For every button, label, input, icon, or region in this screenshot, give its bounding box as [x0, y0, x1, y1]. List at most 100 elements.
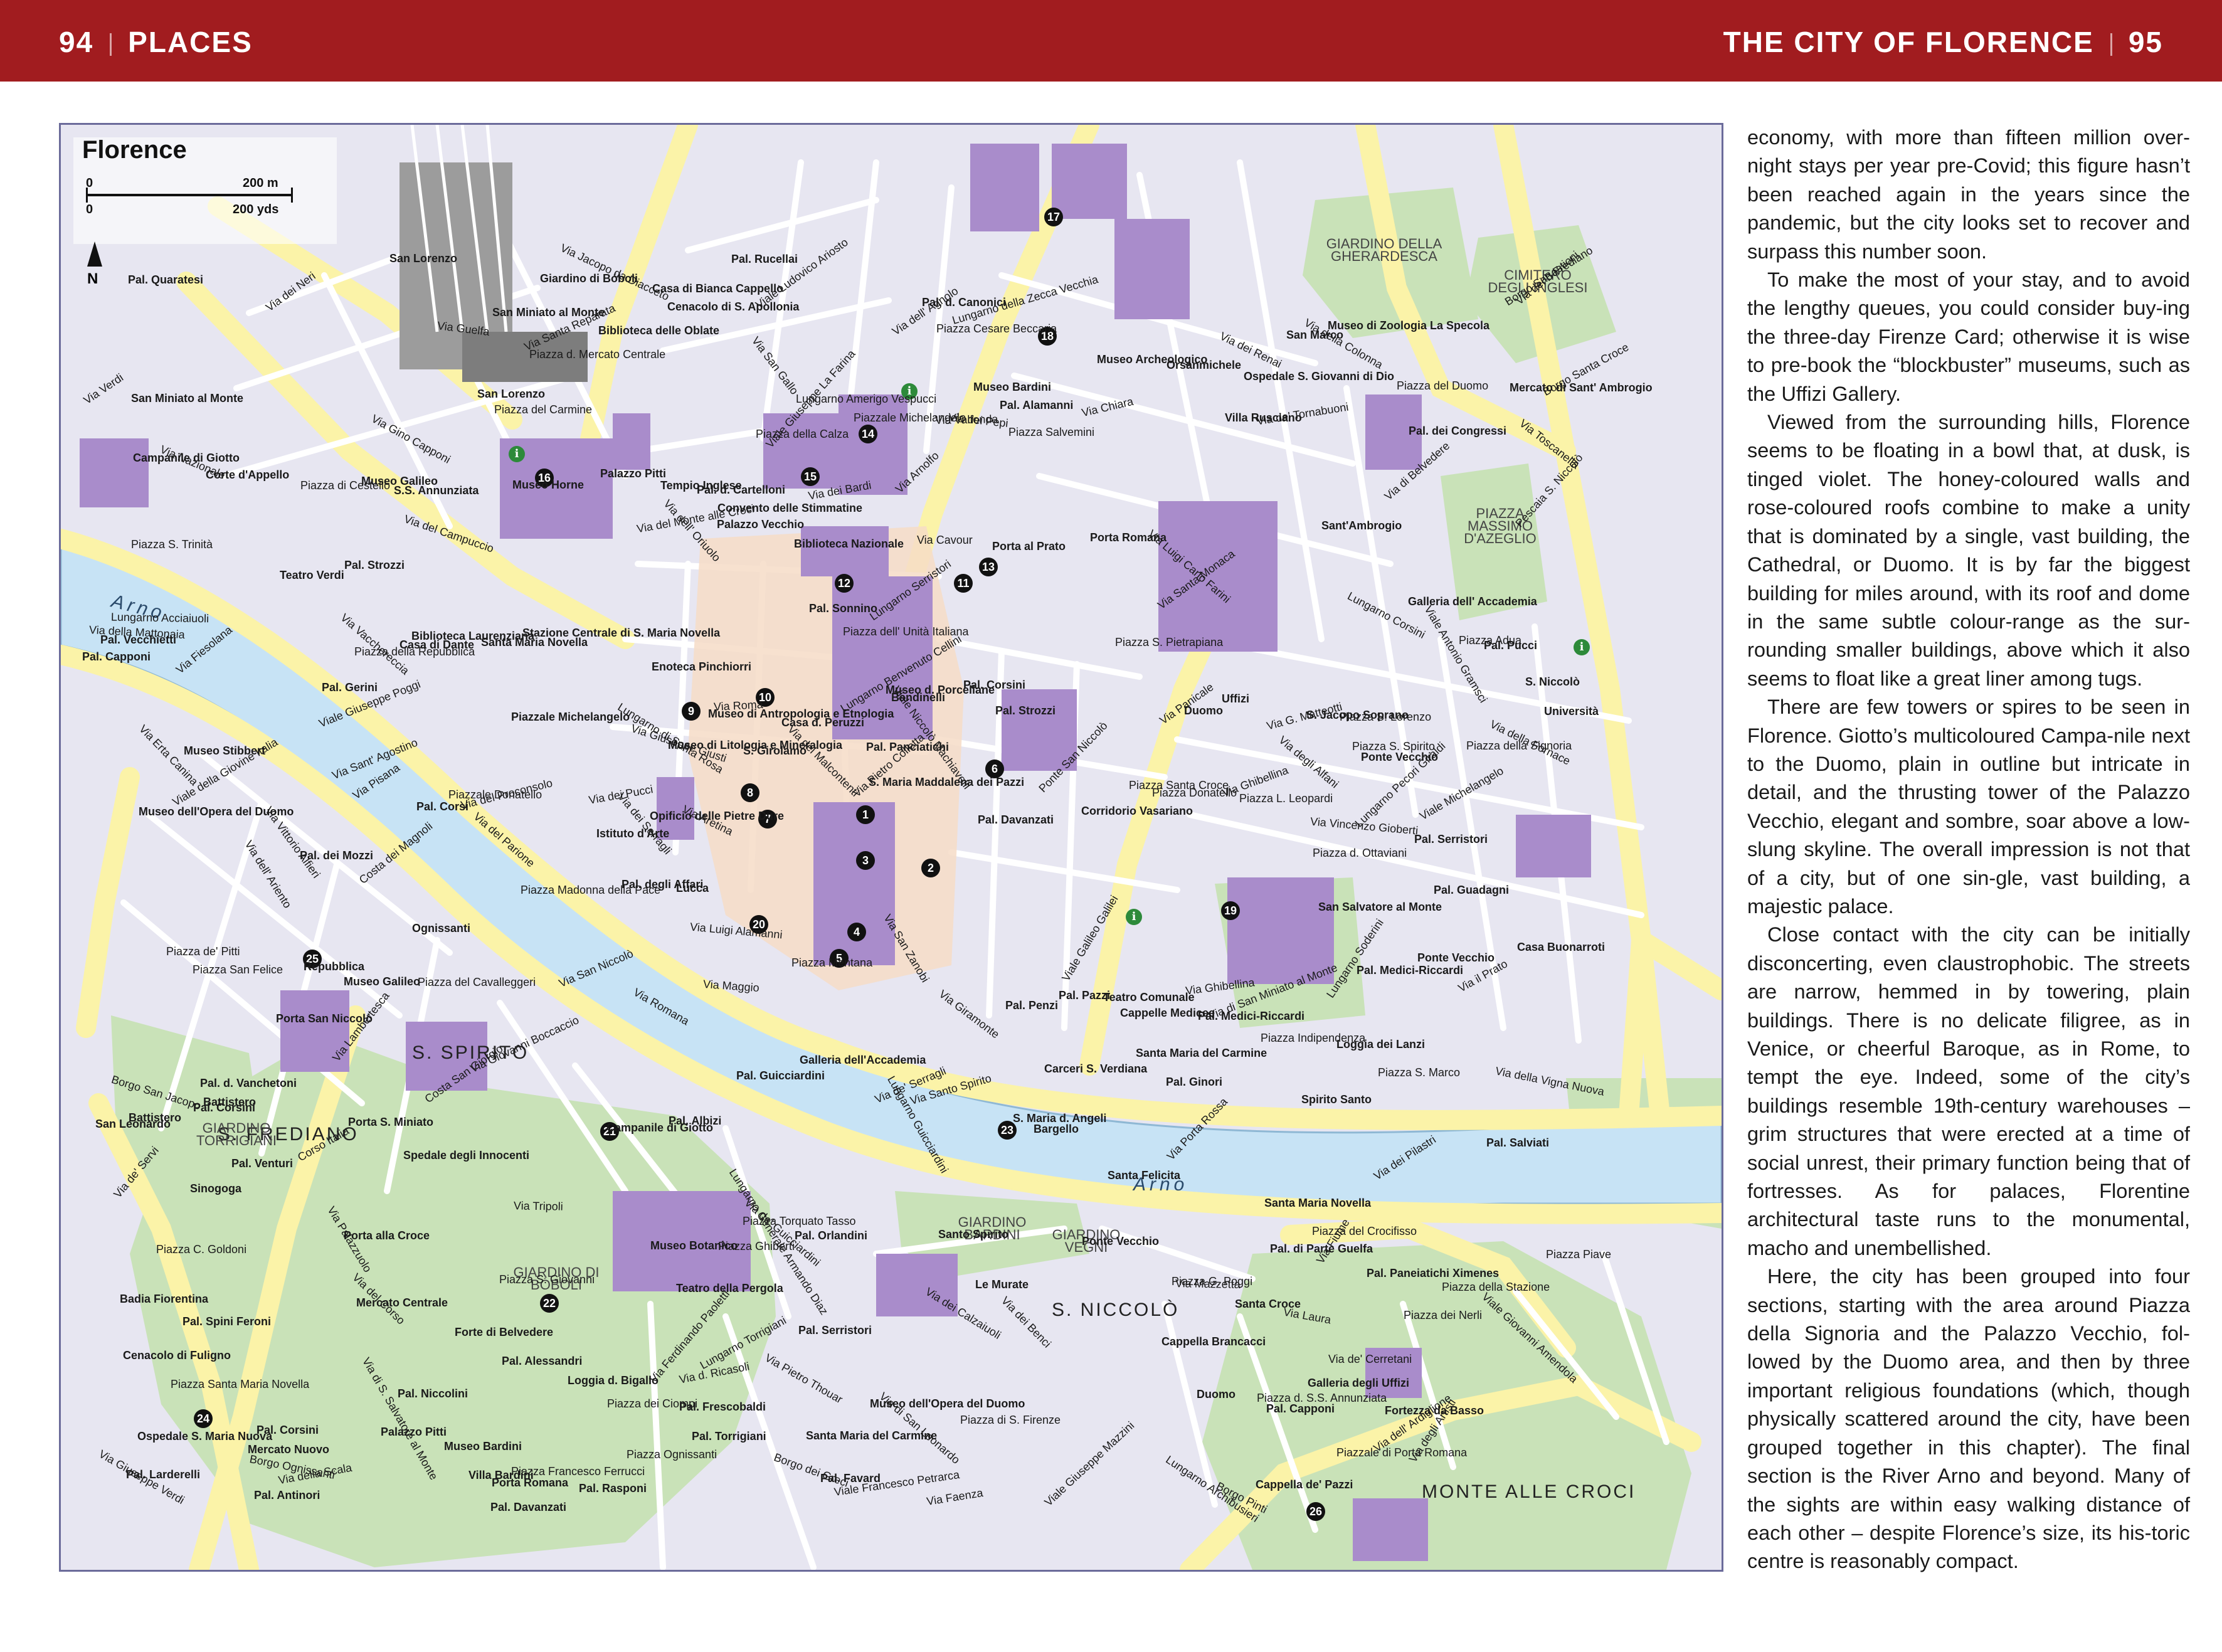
tourist-info-icon: i — [1574, 639, 1590, 655]
article-text: economy, with more than fifteen million … — [1747, 123, 2190, 1575]
square-label: Piazza d. S.S. Annunziata — [1257, 1392, 1387, 1404]
landmark-label: Biblioteca Nazionale — [794, 537, 904, 550]
street-label: Lungarno Amerigo Vespucci — [796, 393, 937, 405]
landmark-label: Spirito Santo — [1301, 1093, 1372, 1106]
square-label: Piazzale Michelangelo — [854, 411, 966, 424]
landmark-label: Le Murate — [975, 1278, 1029, 1291]
landmark-label: Forte di Belvedere — [455, 1326, 554, 1338]
landmark-label: Pal. Quaratesi — [128, 273, 204, 286]
landmark-label: Corridorio Vasariano — [1081, 805, 1193, 817]
article-paragraph: To make the most of your stay, and to av… — [1747, 268, 2190, 405]
landmark-label: Cappella Brancacci — [1161, 1335, 1266, 1348]
sight-name-label: San Lorenzo — [389, 252, 458, 265]
street-label: Via de' Cerretani — [1328, 1353, 1412, 1365]
landmark-label: Ospedale S. Giovanni di Dio — [1244, 370, 1395, 383]
landmark-label: Università — [1544, 705, 1599, 717]
sight-marker: 13 — [979, 558, 998, 576]
square-label: Piazza Indipendenza — [1261, 1032, 1366, 1044]
sight-name-label: Uffizi — [1222, 692, 1249, 705]
square-label: Piazza della Stazione — [1442, 1281, 1550, 1293]
square-label: Piazza Santa Maria Novella — [171, 1378, 310, 1390]
sight-name-label: Galleria dell'Accademia — [800, 1054, 926, 1066]
street-label: Via Cavour — [917, 534, 973, 546]
square-label: Piazzale Donatello — [448, 788, 542, 801]
landmark-label: Porta al Prato — [992, 540, 1066, 553]
landmark-label: Pal. Alamanni — [1000, 399, 1074, 411]
right-page-number: 95 — [2128, 26, 2163, 58]
sight-name-label: Campanile di Giotto — [606, 1121, 714, 1134]
landmark-label: Pal. Rasponi — [579, 1482, 647, 1495]
right-folio: THE CITY OF FLORENCE 95 — [1723, 25, 2163, 59]
landmark-label: Pal. Davanzati — [978, 813, 1054, 826]
sight-name-label: Museo Bardini — [444, 1440, 522, 1453]
area-label: S. NICCOLÒ — [1052, 1300, 1180, 1320]
landmark-label: Pal. Capponi — [1266, 1402, 1335, 1415]
right-section-title: THE CITY OF FLORENCE — [1723, 26, 2094, 58]
landmark-label: Spedale degli Innocenti — [403, 1149, 530, 1162]
square-label: Piazza Piave — [1546, 1248, 1612, 1261]
street-label: Lungarno Acciaiuoli — [110, 610, 209, 625]
landmark-label: Pal. Rucellai — [731, 253, 798, 265]
square-label: Piazza della Calza — [756, 428, 849, 440]
sight-marker: 26 — [1306, 1502, 1325, 1521]
tourist-info-icon: i — [509, 446, 525, 462]
landmark-label: Santa Felicita — [1108, 1169, 1181, 1182]
sight-name-label: Pal. di Parte Guelfa — [1270, 1242, 1373, 1255]
sight-marker: 9 — [682, 702, 701, 721]
landmark-label: Pal. Salviati — [1486, 1136, 1550, 1149]
square-label: Piazza Donatello — [1152, 786, 1237, 799]
landmark-label: Museo Bardini — [973, 381, 1052, 393]
landmark-label: Pal. Guicciardini — [736, 1069, 825, 1082]
sight-marker: 1 — [856, 805, 875, 824]
landmark-label: Museo Horne — [512, 479, 585, 491]
square-label: Piazza del Duomo — [1397, 379, 1489, 392]
square-label: Piazza del Carmine — [494, 403, 593, 416]
article-paragraph: Close contact with the city can be initi… — [1747, 923, 2190, 1259]
square-label: Piazza Madonna della Pace — [521, 884, 661, 896]
tourist-info-icon: i — [1126, 909, 1142, 925]
square-label: Piazza G. Poggi — [1172, 1275, 1253, 1288]
square-label: Piazza C. Goldoni — [156, 1243, 247, 1256]
landmark-label: Pal. Venturi — [231, 1157, 294, 1170]
landmark-label: Pal. Torrigiani — [692, 1430, 766, 1443]
page-header-bar: 94 PLACES THE CITY OF FLORENCE 95 — [0, 0, 2222, 82]
sight-name-label: Ponte Vecchio — [1361, 751, 1439, 763]
square-label: Piazza S. Lorenzo — [1340, 711, 1432, 723]
square-label: Piazza del Cavalleggeri — [418, 976, 536, 988]
square-label: Piazza S. Pietrapiana — [1115, 636, 1224, 649]
folio-divider — [2110, 33, 2112, 56]
square-label: Piazza San Felice — [193, 963, 283, 976]
sight-name-label: Palazzo Pitti — [381, 1426, 447, 1438]
area-label: MONTE ALLE CROCI — [1422, 1481, 1636, 1502]
sight-marker: 24 — [194, 1409, 213, 1428]
sight-name-label: Pal. Strozzi — [995, 704, 1056, 717]
sight-name-label: Repubblica — [304, 960, 365, 973]
sight-marker: 4 — [847, 923, 866, 941]
square-label: Piazza de' Pitti — [166, 945, 240, 958]
landmark-label: Sinogoga — [190, 1182, 241, 1195]
left-folio: 94 PLACES — [59, 25, 253, 59]
sight-marker: 17 — [1044, 208, 1063, 226]
sight-name-label: Bargello — [1034, 1123, 1079, 1135]
square-label: Piazza di S. Firenze — [960, 1414, 1061, 1426]
landmark-label: San Salvatore al Monte — [1318, 901, 1442, 913]
north-arrow: N — [82, 241, 107, 295]
landmark-label: Pal. Gerini — [322, 681, 378, 694]
landmark-label: Ospedale S. Maria Nuova — [137, 1430, 273, 1443]
scale-label-metric-zero: 0 — [86, 176, 93, 190]
landmark-label: Galleria degli Uffizi — [1308, 1377, 1410, 1389]
square-label: Piazza della Repubblica — [354, 645, 475, 658]
landmark-label: Ponte Vecchio — [1417, 951, 1495, 964]
scale-bar: 0 200 m 0 200 yds — [86, 176, 299, 216]
landmark-label: Biblioteca delle Oblate — [598, 324, 720, 337]
landmark-label: Piazzale Michelangelo — [511, 711, 630, 723]
square-label: Piazza d. Mercato Centrale — [529, 348, 666, 361]
landmark-label: Battistero — [203, 1096, 257, 1108]
landmark-label: S. Girolamo — [743, 744, 807, 757]
square-label: Piazza d. Ottaviani — [1313, 847, 1407, 859]
landmark-label: Pal. dei Congressi — [1409, 425, 1507, 437]
landmark-label: Teatro Comunale — [1103, 991, 1195, 1003]
landmark-label: Teatro della Pergola — [676, 1282, 783, 1295]
article-paragraph: economy, with more than fifteen million … — [1747, 125, 2190, 263]
sight-marker: 8 — [741, 783, 759, 802]
